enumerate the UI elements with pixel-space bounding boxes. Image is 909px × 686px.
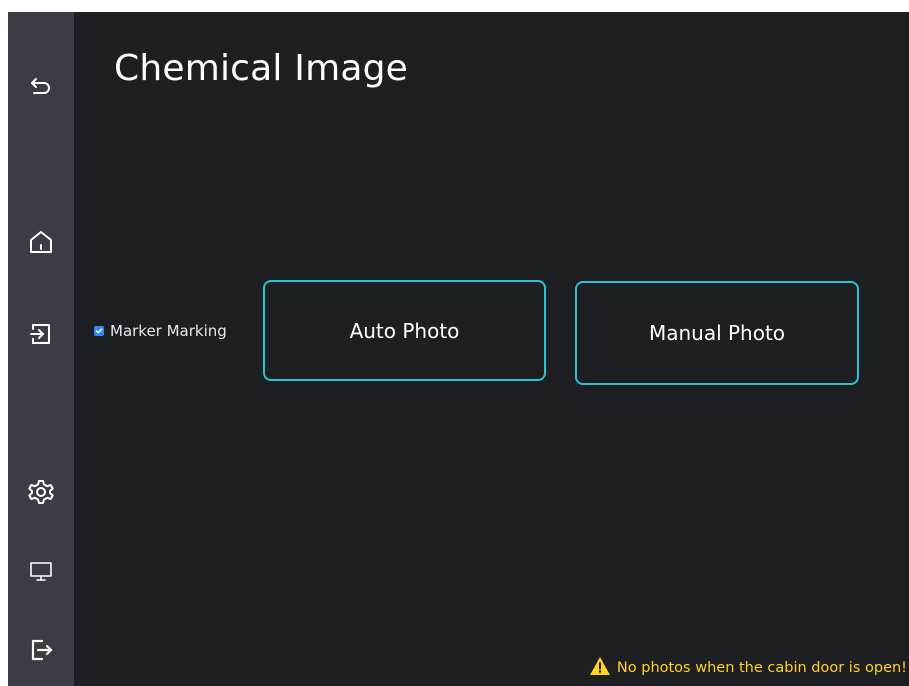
settings-button[interactable] xyxy=(8,468,74,516)
auto-photo-button[interactable]: Auto Photo xyxy=(263,280,546,381)
home-button[interactable] xyxy=(8,218,74,266)
login-icon xyxy=(28,321,54,347)
logout-button[interactable] xyxy=(8,626,74,674)
back-icon xyxy=(28,73,54,99)
marker-marking-option[interactable]: Marker Marking xyxy=(94,322,227,340)
home-icon xyxy=(27,228,55,256)
login-button[interactable] xyxy=(8,310,74,358)
marker-marking-checkbox[interactable] xyxy=(94,326,104,336)
sidebar xyxy=(8,12,74,686)
marker-marking-label: Marker Marking xyxy=(110,322,227,340)
settings-icon xyxy=(27,478,55,506)
cabin-door-warning: No photos when the cabin door is open! xyxy=(589,656,907,680)
monitor-icon xyxy=(28,559,54,585)
back-button[interactable] xyxy=(8,62,74,110)
monitor-button[interactable] xyxy=(8,548,74,596)
logout-icon xyxy=(28,637,54,663)
app-window: Chemical Image Marker Marking Auto Photo… xyxy=(8,12,909,686)
warning-text: No photos when the cabin door is open! xyxy=(616,660,907,676)
manual-photo-button[interactable]: Manual Photo xyxy=(575,281,859,385)
page-title: Chemical Image xyxy=(114,48,409,89)
warning-icon xyxy=(589,656,611,680)
